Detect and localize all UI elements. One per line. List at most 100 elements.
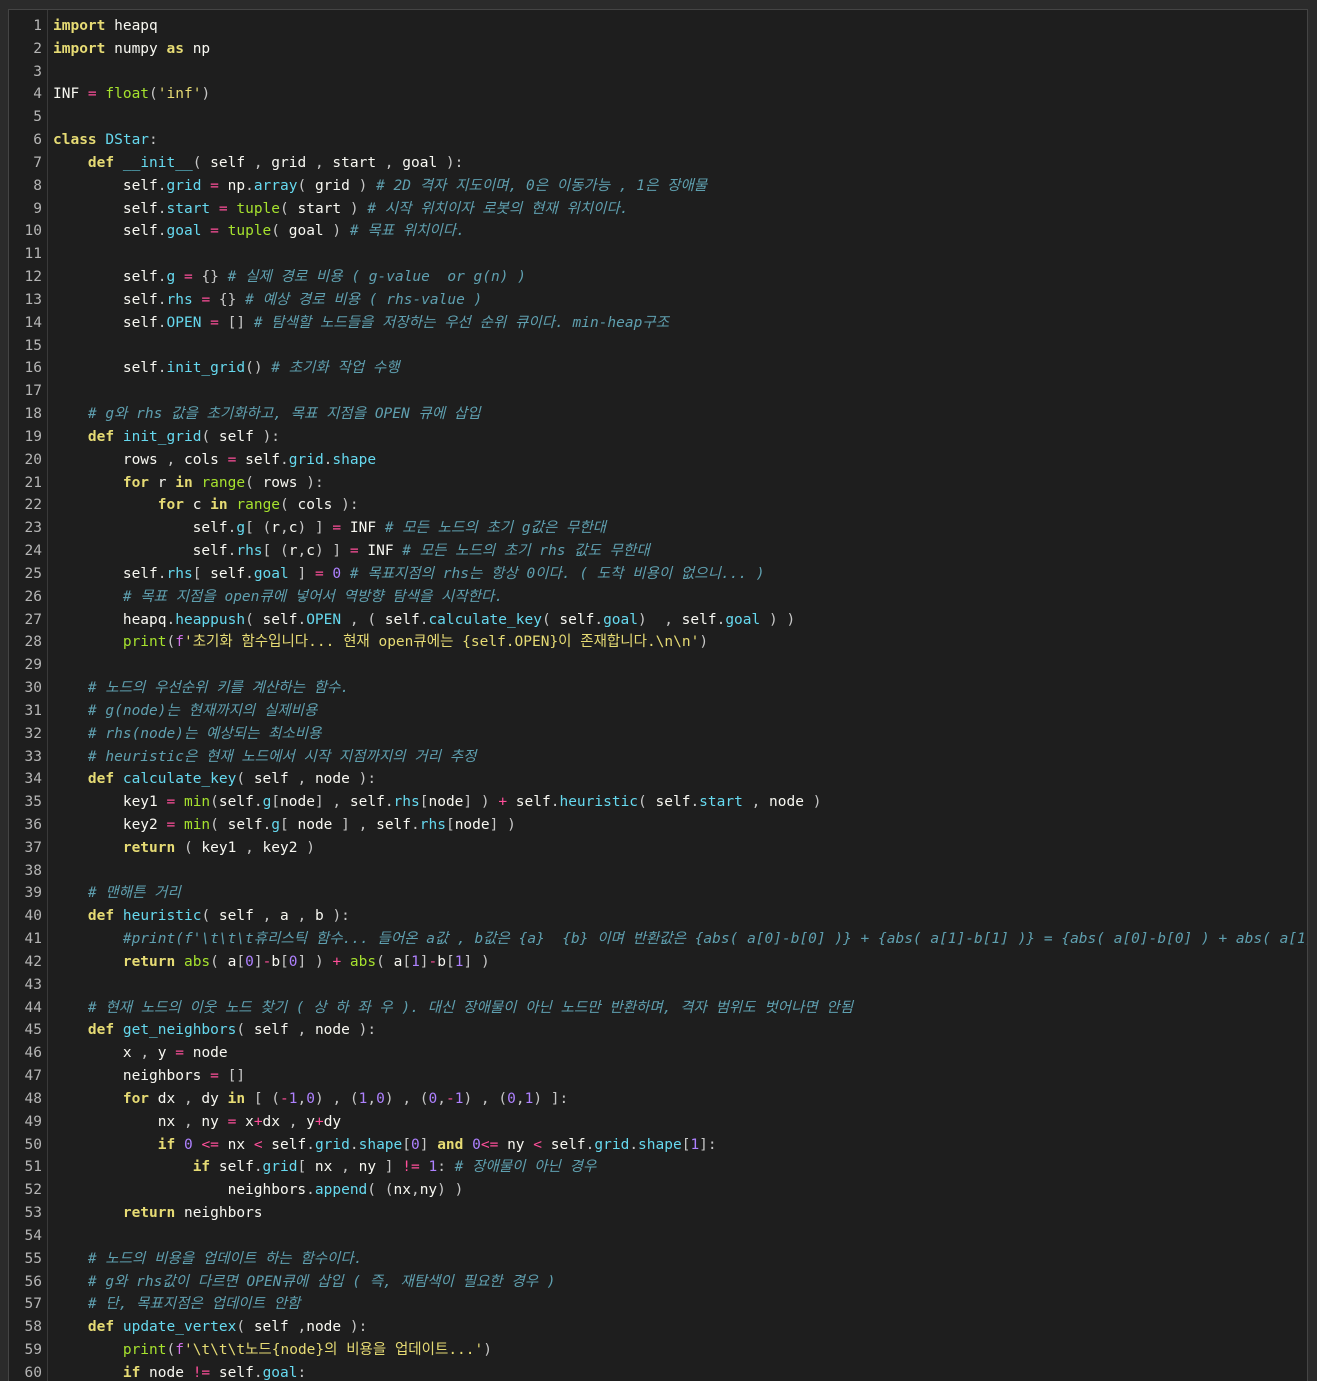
code-line[interactable]: 58 def update_vertex( self ,node ): [25,1316,1307,1339]
line-number: 49 [24,1113,42,1130]
code-text: self.g[ (r,c) ] = INF # 모든 노드의 초기 g값은 무한… [53,520,606,537]
code-line[interactable]: 32 # rhs(node)는 예상되는 최소비용 [25,723,1307,746]
code-text: return ( key1 , key2 ) [122,839,315,856]
code-line[interactable]: 57 # 단, 목표지점은 업데이트 안함 [25,1293,1307,1316]
line-number: 48 [24,1090,42,1107]
code-line[interactable]: 17 [25,380,1307,403]
code-text: import heapq [53,18,158,34]
code-line[interactable]: 42 return abs( a[0]-b[0] ) + abs( a[1]-b… [25,951,1307,974]
code-line[interactable]: 45 def get_neighbors( self , node ): [25,1019,1307,1042]
code-line[interactable]: 15 [25,335,1307,358]
line-number: 23 [24,520,42,537]
code-line[interactable]: 59 print(f'\t\t\t노드{node}의 비용을 업데이트...') [25,1339,1307,1362]
line-number: 14 [24,314,42,331]
code-text: def get_neighbors( self , node ): [87,1022,377,1039]
line-number: 13 [24,291,42,308]
code-line[interactable]: 28 print(f'초기화 함수입니다... 현재 open큐에는 {self… [25,631,1307,654]
code-line[interactable]: 19 def init_grid( self ): [25,426,1307,449]
code-text: def calculate_key( self , node ): [87,771,377,788]
code-line[interactable]: 54 [25,1225,1307,1248]
code-line[interactable]: 37 return ( key1 , key2 ) [25,837,1307,860]
line-number: 19 [24,428,42,445]
code-text: # g와 rhs값이 다르면 OPEN큐에 삽입 ( 즉, 재탐색이 필요한 경… [87,1273,556,1290]
code-line[interactable]: 34 def calculate_key( self , node ): [25,768,1307,791]
code-line[interactable]: 13 self.rhs = {} # 예상 경로 비용 ( rhs-value … [25,289,1307,312]
code-text: for c in range( cols ): [157,497,359,514]
code-editor[interactable]: 1 import heapq 2 import numpy as np 3 4 INF = … [8,9,1308,1381]
code-line[interactable]: 29 [25,654,1307,677]
code-line[interactable]: 26 # 목표 지점을 open큐에 넣어서 역방향 탐색을 시작한다. [25,586,1307,609]
code-line[interactable]: 46 x , y = node [25,1042,1307,1065]
code-line[interactable]: 7 def __init__( self , grid , start , go… [33,152,1307,175]
line-number: 54 [24,1227,42,1244]
code-line[interactable]: 48 for dx , dy in [ (-1,0) , (1,0) , (0,… [25,1088,1307,1111]
code-line[interactable]: 6 class DStar: [33,129,1307,152]
code-line[interactable]: 55 # 노드의 비용을 업데이트 하는 함수이다. [25,1248,1307,1271]
code-line[interactable]: 38 [25,860,1307,883]
code-text: # 노드의 우선순위 키를 계산하는 함수. [87,680,350,697]
code-line[interactable]: 21 for r in range( rows ): [25,472,1307,495]
code-text: if 0 <= nx < self.grid.shape[0] and 0<= … [157,1136,717,1153]
code-line[interactable]: 14 self.OPEN = [] # 탐색할 노드들을 저장하는 우선 순위 … [25,312,1307,335]
code-line[interactable]: 27 heapq.heappush( self.OPEN , ( self.ca… [25,609,1307,632]
code-line[interactable]: 22 for c in range( cols ): [25,494,1307,517]
line-number: 60 [24,1364,42,1381]
code-line[interactable]: 44 # 현재 노드의 이웃 노드 찾기 ( 상 하 좌 우 ). 대신 장애물… [25,997,1307,1020]
code-line[interactable]: 60 if node != self.goal: [25,1362,1307,1381]
code-line[interactable]: 4 INF = float('inf') [33,83,1307,106]
code-line[interactable]: 9 self.start = tuple( start ) # 시작 위치이자 … [33,198,1307,221]
line-number: 45 [24,1022,42,1039]
code-text: self.g = {} # 실제 경로 비용 ( g-value or g(n)… [53,269,526,286]
code-line[interactable]: 25 self.rhs[ self.goal ] = 0 # 목표지점의 rhs… [25,563,1307,586]
line-number: 15 [24,337,42,354]
code-line[interactable]: 8 self.grid = np.array( grid ) # 2D 격자 지… [33,175,1307,198]
code-text: neighbors.append( (nx,ny) ) [53,1182,464,1199]
code-line[interactable]: 35 key1 = min(self.g[node] , self.rhs[no… [25,791,1307,814]
line-number: 31 [24,702,42,719]
code-line[interactable]: 2 import numpy as np [33,38,1307,61]
code-text: print(f'\t\t\t노드{node}의 비용을 업데이트...') [122,1342,492,1359]
line-number: 56 [24,1273,42,1290]
code-line[interactable]: 47 neighbors = [] [25,1065,1307,1088]
code-line[interactable]: 30 # 노드의 우선순위 키를 계산하는 함수. [25,677,1307,700]
code-line[interactable]: 23 self.g[ (r,c) ] = INF # 모든 노드의 초기 g값은… [25,517,1307,540]
code-text: self.init_grid() # 초기화 작업 수행 [53,360,400,377]
code-line[interactable]: 1 import heapq [33,15,1307,38]
code-line[interactable]: 24 self.rhs[ (r,c) ] = INF # 모든 노드의 초기 r… [25,540,1307,563]
code-line[interactable]: 18 # g와 rhs 값을 초기화하고, 목표 지점을 OPEN 큐에 삽입 [25,403,1307,426]
code-line[interactable]: 52 neighbors.append( (nx,ny) ) [25,1179,1307,1202]
line-number: 58 [24,1319,42,1336]
code-line[interactable]: 49 nx , ny = x+dx , y+dy [25,1111,1307,1134]
code-text: self.rhs[ (r,c) ] = INF # 모든 노드의 초기 rhs … [53,543,650,560]
code-line[interactable]: 51 if self.grid[ nx , ny ] != 1: # 장애물이 … [25,1156,1307,1179]
code-line[interactable]: 3 [33,61,1307,84]
line-number: 4 [33,86,42,103]
code-line[interactable]: 50 if 0 <= nx < self.grid.shape[0] and 0… [25,1134,1307,1157]
code-area[interactable]: 1 import heapq 2 import numpy as np 3 4 INF = … [25,15,1307,1381]
code-line[interactable]: 41 #print(f'\t\t\t휴리스틱 함수... 들어온 a값 , b값… [25,928,1307,951]
code-line[interactable]: 5 [33,106,1307,129]
line-number: 17 [24,383,42,400]
line-number: 35 [24,794,42,811]
line-number: 22 [24,497,42,514]
code-line[interactable]: 16 self.init_grid() # 초기화 작업 수행 [25,357,1307,380]
code-text: print(f'초기화 함수입니다... 현재 open큐에는 {self.OP… [122,634,709,651]
code-line[interactable]: 43 [25,974,1307,997]
code-line[interactable]: 56 # g와 rhs값이 다르면 OPEN큐에 삽입 ( 즉, 재탐색이 필요… [25,1271,1307,1294]
code-line[interactable]: 20 rows , cols = self.grid.shape [25,449,1307,472]
code-line[interactable]: 31 # g(node)는 현재까지의 실제비용 [25,700,1307,723]
code-line[interactable]: 39 # 맨해튼 거리 [25,882,1307,905]
code-line[interactable]: 12 self.g = {} # 실제 경로 비용 ( g-value or g… [25,266,1307,289]
line-number: 10 [24,223,42,240]
code-line[interactable]: 36 key2 = min( self.g[ node ] , self.rhs… [25,814,1307,837]
line-number: 30 [24,680,42,697]
code-line[interactable]: 53 return neighbors [25,1202,1307,1225]
code-line[interactable]: 10 self.goal = tuple( goal ) # 목표 위치이다. [25,220,1307,243]
line-number: 47 [24,1068,42,1085]
line-number: 46 [24,1045,42,1062]
code-line[interactable]: 33 # heuristic은 현재 노드에서 시작 지점까지의 거리 추정 [25,746,1307,769]
code-line[interactable]: 40 def heuristic( self , a , b ): [25,905,1307,928]
line-number: 2 [33,40,42,57]
code-text: def init_grid( self ): [87,428,281,445]
code-line[interactable]: 11 [25,243,1307,266]
